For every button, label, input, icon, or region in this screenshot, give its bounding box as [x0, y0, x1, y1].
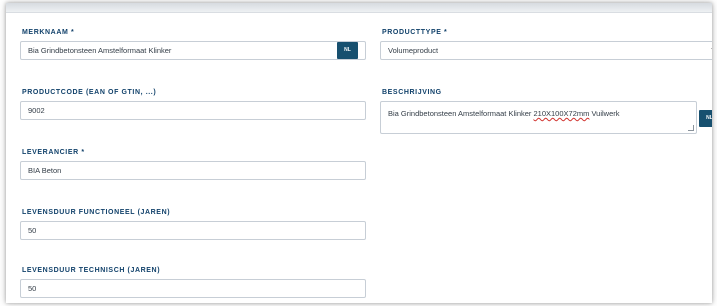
levensduur-functioneel-label: LEVENSDUUR FUNCTIONEEL (JAREN) [22, 209, 171, 216]
producttype-label: PRODUCTTYPE * [382, 29, 448, 36]
beschrijving-text-start: Bia Grindbetonsteen Amstelformaat Klinke… [388, 109, 534, 118]
levensduur-technisch-input[interactable]: 50 [20, 279, 366, 298]
merknaam-language-button[interactable]: NL [337, 42, 358, 59]
chevron-down-icon[interactable]: ▼ [710, 42, 712, 59]
productcode-value: 9002 [28, 106, 45, 115]
merknaam-value: Bia Grindbetonsteen Amstelformaat Klinke… [28, 46, 172, 55]
beschrijving-textarea[interactable]: Bia Grindbetonsteen Amstelformaat Klinke… [380, 101, 697, 134]
beschrijving-label: BESCHRIJVING [382, 89, 442, 96]
beschrijving-text-end: Vuilwerk [589, 109, 620, 118]
product-form-panel: MERKNAAM * Bia Grindbetonsteen Amstelfor… [6, 3, 712, 303]
resize-grip-icon[interactable] [688, 125, 694, 131]
panel-top-band [6, 3, 712, 13]
producttype-select[interactable]: Volumeproduct [380, 41, 712, 60]
leverancier-value: BIA Beton [28, 166, 62, 175]
merknaam-label: MERKNAAM * [22, 29, 75, 36]
levensduur-functioneel-input[interactable]: 50 [20, 221, 366, 240]
leverancier-input[interactable]: BIA Beton [20, 161, 366, 180]
productcode-label: PRODUCTCODE (EAN OF GTIN, ...) [22, 89, 157, 96]
leverancier-label: LEVERANCIER * [22, 149, 85, 156]
levensduur-functioneel-value: 50 [28, 226, 37, 235]
beschrijving-text-misspelled: 210X100X72mm [533, 109, 590, 118]
levensduur-technisch-value: 50 [28, 284, 37, 293]
merknaam-input[interactable]: Bia Grindbetonsteen Amstelformaat Klinke… [20, 41, 366, 60]
productcode-input[interactable]: 9002 [20, 101, 366, 120]
producttype-value: Volumeproduct [388, 46, 439, 55]
beschrijving-language-button[interactable]: NL [699, 110, 712, 127]
levensduur-technisch-label: LEVENSDUUR TECHNISCH (JAREN) [22, 267, 161, 274]
